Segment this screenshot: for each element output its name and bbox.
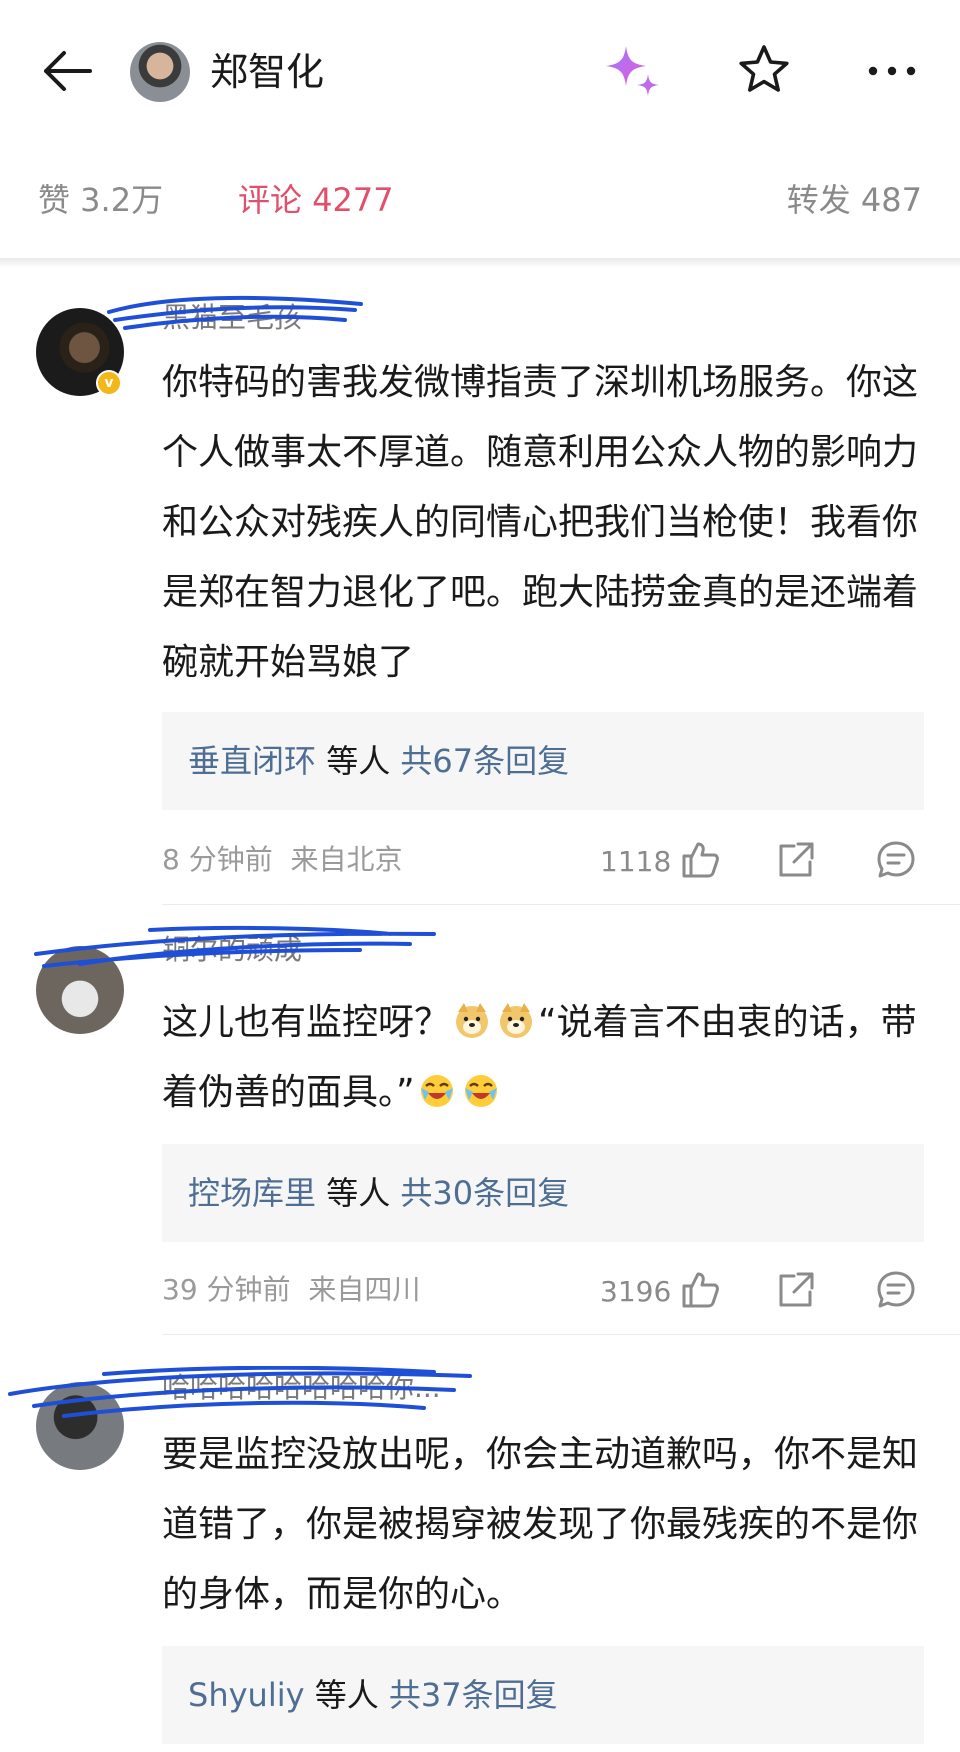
comment-divider [162,904,960,905]
favorite-button[interactable] [736,42,792,98]
tab-comments[interactable]: 评论 4277 [238,168,394,232]
comment-icon [877,841,915,878]
reply-summary[interactable]: 垂直闭环 等人 共67条回复 [162,712,924,810]
reply-count-link[interactable]: 共37条回复 [389,1676,558,1714]
avatar[interactable] [36,1382,124,1470]
comment-time: 8 分钟前 [162,843,273,876]
reply-count-link[interactable]: 共67条回复 [400,742,569,780]
reply-username[interactable]: 垂直闭环 [188,742,316,780]
comment-username[interactable]: 铜尔的顽成 [162,932,302,968]
arrow-left-icon [44,51,92,91]
thumbs-up-icon [682,842,719,878]
like-button[interactable] [678,1268,722,1312]
comment-meta: 39 分钟前 来自四川 [162,1270,420,1310]
share-icon [779,842,814,877]
comment-location: 来自北京 [290,843,403,876]
reply-others-label: 等人 [316,1174,401,1212]
back-button[interactable] [38,46,96,96]
comment-text: 要是监控没放出呢，你会主动道歉吗，你不是知道错了，你是被揭穿被发现了你最残疾的不… [162,1434,919,1615]
doge-emoji-icon [456,1003,489,1038]
comment-text: 你特码的害我发微博指责了深圳机场服务。你这个人做事太不厚道。随意利用公众人物的影… [162,362,919,683]
verified-badge-icon: v [96,370,122,396]
header-divider [0,258,960,268]
comment-meta: 8 分钟前 来自北京 [162,840,403,880]
star-icon [739,45,789,92]
comment-time: 39 分钟前 [162,1273,291,1306]
comment-text-part1: 这儿也有监控呀？ [162,1002,451,1043]
share-icon [779,1272,814,1307]
reply-summary[interactable]: 控场库里 等人 共30条回复 [162,1144,924,1242]
reply-username[interactable]: 控场库里 [188,1174,316,1212]
share-button[interactable] [774,1268,818,1312]
avatar[interactable] [36,946,124,1034]
reply-others-label: 等人 [304,1676,389,1714]
tab-likes[interactable]: 赞 3.2万 [38,168,163,232]
comment-button[interactable] [874,838,918,882]
more-button[interactable] [864,56,920,86]
comment-text: 这儿也有监控呀？ “说着言不由衷的话，带着伪善的面具。” [162,988,922,1128]
like-count: 1118 [600,845,672,878]
ai-sparkle-button[interactable] [602,42,666,102]
comment-username[interactable]: 黑猫至毛孩 [162,300,302,336]
share-button[interactable] [774,838,818,882]
comment-divider [162,1334,960,1335]
tab-reposts[interactable]: 转发 487 [787,168,922,232]
reply-others-label: 等人 [316,742,401,780]
thumbs-up-icon [682,1272,719,1308]
comment-icon [877,1271,915,1308]
comment-button[interactable] [874,1268,918,1312]
cry-laugh-emoji-icon [464,1075,497,1107]
more-dots-icon [868,66,916,76]
reply-summary[interactable]: Shyuliy 等人 共37条回复 [162,1646,924,1744]
reply-username[interactable]: Shyuliy [188,1676,305,1714]
like-count: 3196 [600,1275,672,1308]
sparkle-icon [606,46,659,96]
doge-emoji-icon [500,1003,533,1038]
comment-username[interactable]: 哈哈哈哈哈哈哈哈你... [162,1370,441,1406]
stats-tabs: 赞 3.2万 评论 4277 转发 487 [0,168,960,232]
top-bar: 郑智化 [0,0,960,142]
comment-location: 来自四川 [308,1273,421,1306]
reply-count-link[interactable]: 共30条回复 [400,1174,569,1212]
cry-laugh-emoji-icon [420,1075,453,1107]
page-title[interactable]: 郑智化 [210,48,324,96]
like-button[interactable] [678,838,722,882]
profile-avatar[interactable] [130,42,190,102]
